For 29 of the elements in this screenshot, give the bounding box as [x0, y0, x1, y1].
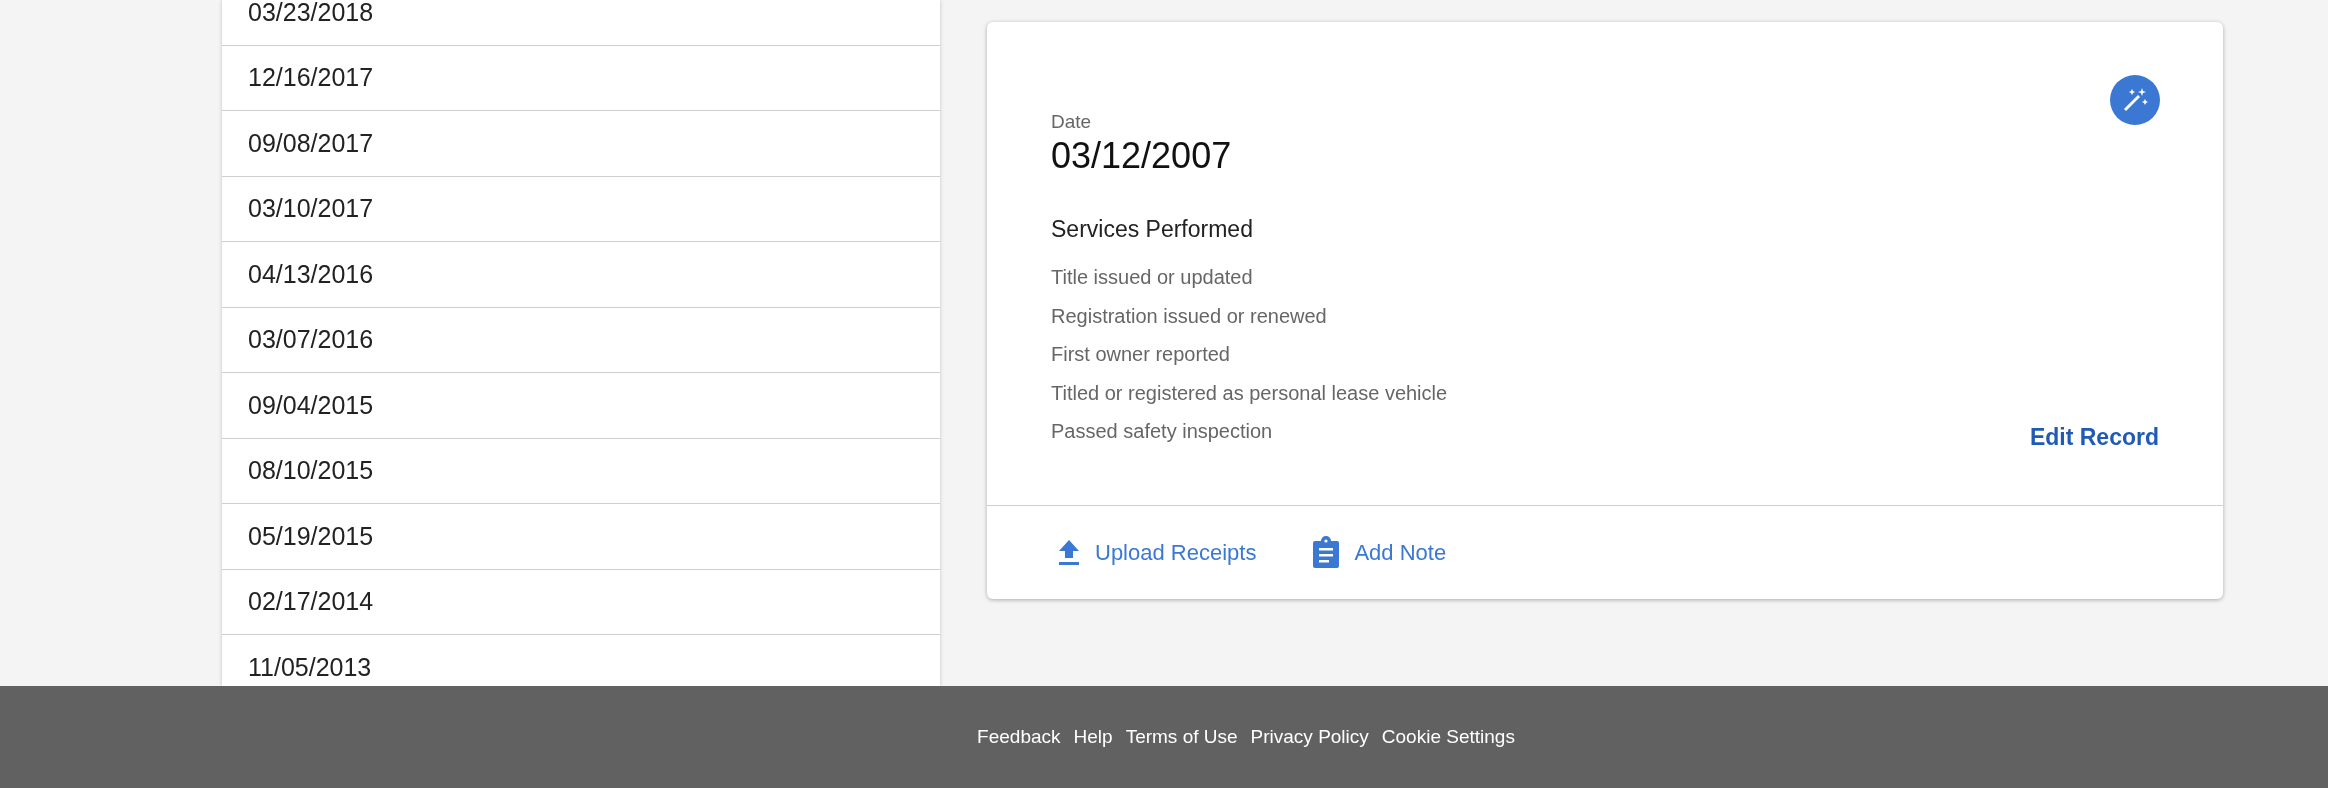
- date-label: Date: [1051, 110, 1092, 134]
- services-title: Services Performed: [1051, 215, 1253, 244]
- service-item: Titled or registered as personal lease vehicle: [1051, 380, 1448, 406]
- service-item: First owner reported: [1051, 342, 1230, 368]
- record-list-item[interactable]: 03/10/2017: [222, 176, 940, 242]
- record-list-item[interactable]: 08/10/2015: [222, 438, 940, 504]
- footer-link[interactable]: Feedback: [977, 722, 1061, 752]
- action-link[interactable]: Upload Receipts: [1057, 535, 1257, 569]
- record-list-item[interactable]: 03/23/2018: [222, 0, 940, 46]
- service-item: Registration issued or renewed: [1051, 303, 1327, 329]
- footer-link[interactable]: Terms of Use: [1125, 722, 1238, 752]
- action-link[interactable]: Add Note: [1312, 535, 1447, 569]
- footer-link[interactable]: Cookie Settings: [1381, 722, 1515, 752]
- record-list-item[interactable]: 04/13/2016: [222, 242, 940, 308]
- record-list-item[interactable]: 03/07/2016: [222, 307, 940, 373]
- record-date: 03/12/2007: [1051, 134, 1232, 178]
- magic-wand-button[interactable]: [2110, 75, 2160, 125]
- upload-icon: [1057, 538, 1081, 566]
- record-list-item[interactable]: 09/08/2017: [222, 111, 940, 177]
- record-list-item[interactable]: 09/04/2015: [222, 373, 940, 439]
- record-list-item[interactable]: 02/17/2014: [222, 569, 940, 635]
- record-list-item[interactable]: 05/19/2015: [222, 504, 940, 570]
- footer-link[interactable]: Help: [1073, 722, 1113, 752]
- footer-link[interactable]: Privacy Policy: [1250, 722, 1369, 752]
- record-list-item[interactable]: 12/16/2017: [222, 45, 940, 111]
- edit-record-link[interactable]: Edit Record: [2029, 420, 2159, 455]
- clipboard-icon: [1312, 536, 1341, 568]
- service-item: Passed safety inspection: [1051, 419, 1273, 445]
- service-item: Title issued or updated: [1051, 265, 1253, 290]
